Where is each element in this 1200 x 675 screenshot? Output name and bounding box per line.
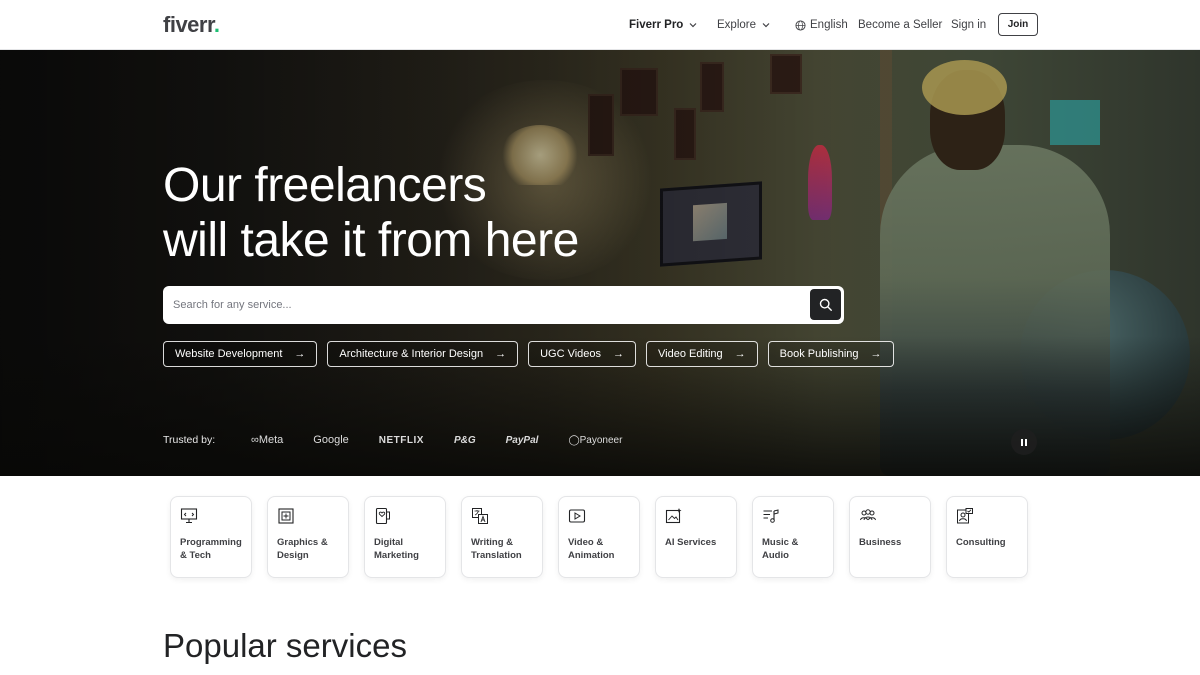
category-music-audio[interactable]: Music & Audio (752, 496, 834, 578)
category-consulting[interactable]: Consulting (946, 496, 1028, 578)
video-play-icon (568, 509, 586, 523)
nav-fiverr-pro[interactable]: Fiverr Pro (629, 0, 698, 50)
search-button[interactable] (810, 289, 841, 320)
monitor-code-icon (180, 508, 198, 524)
music-icon (763, 509, 779, 523)
pg-logo: P&G (453, 434, 476, 446)
hero-title: Our freelancers will take it from here (163, 159, 579, 267)
chip-website-development[interactable]: Website Development → (163, 341, 318, 367)
category-label: Business (859, 537, 902, 548)
top-header: fiverr. Fiverr Pro Explore English Becom… (0, 0, 1200, 50)
fiverr-logo[interactable]: fiverr. (163, 12, 220, 38)
category-label: Consulting (956, 537, 1006, 548)
suggestion-chips: Website Development → Architecture & Inte… (163, 341, 894, 367)
trusted-by-label: Trusted by: (163, 434, 216, 446)
hero-section: Our freelancers will take it from here W… (0, 50, 1200, 476)
arrow-right-icon: → (495, 348, 507, 360)
ai-sparkle-icon (665, 508, 682, 524)
people-icon (860, 509, 876, 521)
category-video-animation[interactable]: Video & Animation (558, 496, 640, 578)
category-writing-translation[interactable]: Writing & Translation (461, 496, 543, 578)
graphics-frame-icon (278, 508, 294, 524)
category-label: Graphics & Design (277, 537, 328, 561)
chevron-down-icon (762, 23, 770, 28)
tablet-heart-icon (375, 507, 390, 525)
google-logo: Google (313, 434, 349, 446)
chip-architecture-interior-design[interactable]: Architecture & Interior Design → (327, 341, 519, 367)
chip-book-publishing[interactable]: Book Publishing → (767, 341, 894, 367)
search-bar (163, 286, 844, 324)
category-label: Writing & Translation (471, 537, 522, 561)
nav-become-seller[interactable]: Become a Seller (858, 0, 942, 50)
pause-icon (1021, 438, 1023, 446)
category-label: AI Services (665, 537, 717, 548)
category-label: Video & Animation (568, 537, 615, 561)
chip-video-editing[interactable]: Video Editing → (646, 341, 758, 367)
category-label: Music & Audio (762, 537, 799, 561)
category-business[interactable]: Business (849, 496, 931, 578)
translate-icon (472, 508, 488, 524)
netflix-logo: NETFLIX (378, 434, 424, 446)
arrow-right-icon: → (734, 348, 746, 360)
category-label: Digital Marketing (374, 537, 419, 561)
nav-sign-in[interactable]: Sign in (951, 0, 986, 50)
meta-logo: ∞Meta (251, 434, 284, 446)
category-graphics-design[interactable]: Graphics & Design (267, 496, 349, 578)
arrow-right-icon: → (870, 348, 882, 360)
nav-explore[interactable]: Explore (717, 0, 771, 50)
category-cards: Programming & Tech Graphics & Design Digit… (170, 496, 1028, 578)
search-input[interactable] (173, 286, 813, 324)
chip-ugc-videos[interactable]: UGC Videos → (528, 341, 637, 367)
arrow-right-icon: → (294, 348, 306, 360)
chevron-down-icon (689, 23, 697, 28)
pause-video-button[interactable] (1011, 429, 1037, 455)
nav-language[interactable]: English (795, 0, 848, 50)
category-programming-tech[interactable]: Programming & Tech (170, 496, 252, 578)
payoneer-logo: ◯Payoneer (568, 434, 623, 446)
trusted-by-bar: Trusted by: ∞Meta Google NETFLIX P&G Pay… (163, 434, 652, 446)
category-ai-services[interactable]: AI Services (655, 496, 737, 578)
category-digital-marketing[interactable]: Digital Marketing (364, 496, 446, 578)
consulting-icon (957, 508, 973, 524)
globe-icon (795, 19, 806, 31)
category-label: Programming & Tech (180, 537, 242, 561)
join-button[interactable]: Join (998, 13, 1038, 36)
arrow-right-icon: → (613, 348, 625, 360)
paypal-logo: PayPal (505, 434, 539, 446)
section-title-popular-services: Popular services (163, 627, 407, 664)
search-icon (819, 298, 832, 311)
